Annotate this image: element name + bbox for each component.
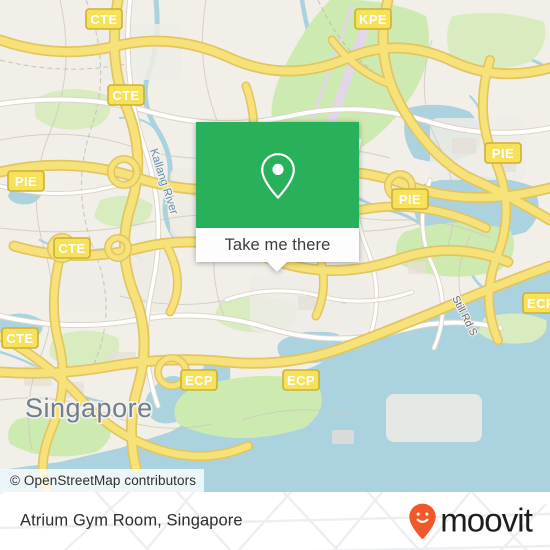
svg-text:Singapore: Singapore <box>25 393 153 423</box>
svg-text:PIE: PIE <box>492 146 514 161</box>
osm-attribution[interactable]: © OpenStreetMap contributors <box>0 469 205 492</box>
highway-shield-pie: PIE <box>484 142 522 164</box>
svg-text:CTE: CTE <box>6 331 33 346</box>
take-me-there-button[interactable]: Take me there <box>196 228 359 262</box>
highway-shield-ecp: ECP <box>522 292 550 314</box>
svg-text:PIE: PIE <box>15 174 37 189</box>
svg-text:CTE: CTE <box>58 241 85 256</box>
callout-pointer <box>266 261 288 272</box>
svg-text:ECP: ECP <box>287 373 315 388</box>
location-callout[interactable]: Take me there <box>196 122 359 272</box>
svg-text:KPE: KPE <box>359 12 387 27</box>
callout-image-panel <box>196 122 359 228</box>
svg-text:PIE: PIE <box>399 192 421 207</box>
highway-shield-ecp: ECP <box>282 369 320 391</box>
svg-text:CTE: CTE <box>112 88 139 103</box>
highway-shield-cte: CTE <box>1 327 39 349</box>
map-pin-icon <box>260 153 295 199</box>
svg-text:ECP: ECP <box>527 296 550 311</box>
moovit-wordmark: moovit <box>440 501 533 539</box>
highway-shield-pie: PIE <box>7 170 45 192</box>
highway-shield-kpe: KPE <box>354 8 392 30</box>
place-title: Atrium Gym Room, Singapore <box>20 511 243 530</box>
map-viewport[interactable]: .w { fill:#aad3df; } .wl { stroke:#aad3d… <box>0 0 550 492</box>
footer-bar: Atrium Gym Room, Singapore moovit <box>0 492 550 550</box>
highway-shield-cte: CTE <box>85 8 123 30</box>
svg-text:CTE: CTE <box>90 12 117 27</box>
highway-shield-pie: PIE <box>391 188 429 210</box>
moovit-logo[interactable]: moovit <box>408 501 533 540</box>
osm-attribution-text: © OpenStreetMap contributors <box>10 473 197 488</box>
highway-shield-cte: CTE <box>107 84 145 106</box>
moovit-map-screenshot: .w { fill:#aad3df; } .wl { stroke:#aad3d… <box>0 0 550 550</box>
take-me-there-label: Take me there <box>224 235 331 254</box>
highway-shield-ecp: ECP <box>180 369 218 391</box>
highway-shield-cte: CTE <box>53 237 91 259</box>
moovit-pin-icon <box>409 503 436 539</box>
svg-text:ECP: ECP <box>185 373 213 388</box>
